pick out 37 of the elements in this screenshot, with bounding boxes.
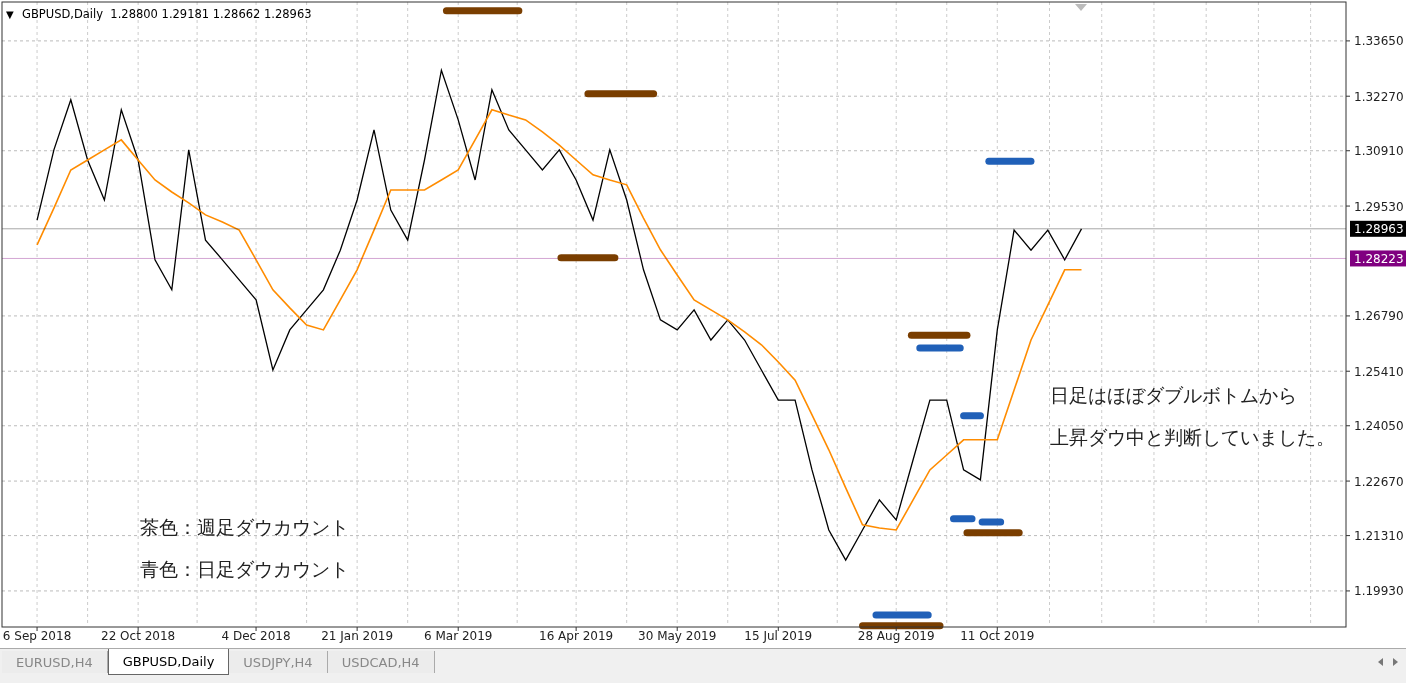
legend-text: 青色：日足ダウカウント <box>140 557 349 582</box>
shift-marker-icon[interactable] <box>1075 4 1087 11</box>
ref-line-label: 1.28963 <box>1354 222 1404 237</box>
price-label: 1.32270 <box>1354 89 1404 104</box>
comment-text: 日足はほぼダブルボトムから <box>1050 383 1298 408</box>
dropdown-icon[interactable]: ▼ <box>6 9 14 20</box>
chart-tab[interactable]: USDJPY,H4 <box>229 651 328 673</box>
scroll-right-icon[interactable] <box>1393 658 1398 666</box>
chart-tab[interactable]: GBPUSD,Daily <box>107 649 230 675</box>
legend-text: 茶色：週足ダウカウント <box>140 515 349 540</box>
price-label: 1.24050 <box>1354 419 1404 434</box>
price-marker: 1.28223 <box>1350 250 1406 267</box>
price-label: 1.30910 <box>1354 144 1404 159</box>
price-label: 1.21310 <box>1354 529 1404 544</box>
date-label: 30 May 2019 <box>638 629 717 643</box>
date-label: 15 Jul 2019 <box>744 629 813 643</box>
date-label: 28 Aug 2019 <box>857 629 935 643</box>
date-label: 6 Mar 2019 <box>424 629 493 643</box>
price-label: 1.26790 <box>1354 309 1404 324</box>
chart-tab[interactable]: USDCAD,H4 <box>327 651 435 673</box>
date-label: 22 Oct 2018 <box>101 629 176 643</box>
price-marker: 1.28963 <box>1350 220 1406 237</box>
date-label: 21 Jan 2019 <box>321 629 394 643</box>
chart-tab[interactable]: EURUSD,H4 <box>2 651 108 673</box>
price-label: 1.19930 <box>1354 584 1404 599</box>
date-label: 4 Dec 2018 <box>221 629 291 643</box>
price-label: 1.22670 <box>1354 474 1404 489</box>
price-label: 1.25410 <box>1354 364 1404 379</box>
date-label: 6 Sep 2018 <box>2 629 72 643</box>
date-label: 16 Apr 2019 <box>539 629 614 643</box>
ref-line-label: 1.28223 <box>1354 251 1404 266</box>
price-label: 1.33650 <box>1354 34 1404 49</box>
chart-header: GBPUSD,Daily 1.28800 1.29181 1.28662 1.28963 <box>22 7 312 21</box>
date-label: 11 Oct 2019 <box>960 629 1035 643</box>
comment-text: 上昇ダウ中と判断していました。 <box>1050 425 1335 450</box>
price-label: 1.29530 <box>1354 199 1404 214</box>
scroll-left-icon[interactable] <box>1378 658 1383 666</box>
